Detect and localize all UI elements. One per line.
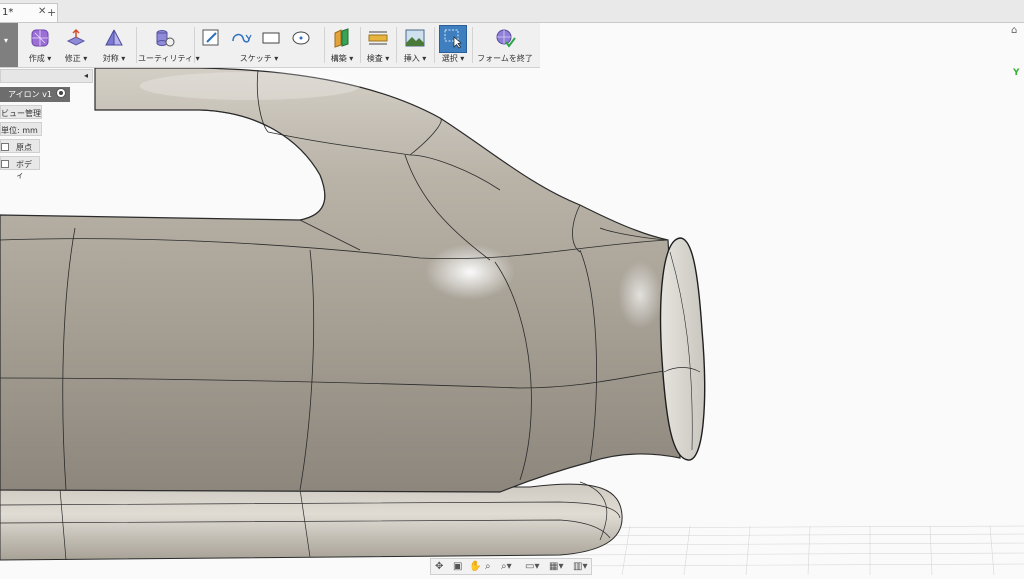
zoom-icon[interactable]: ⌕ — [485, 561, 491, 572]
select-cursor-icon — [444, 29, 462, 49]
browser-item-named-views[interactable]: ビュー管理 — [0, 105, 42, 119]
select-menu-label: 選択 ▾ — [441, 54, 465, 63]
sketch-menu[interactable]: スケッチ ▾ — [196, 23, 322, 67]
document-tab[interactable]: 1* ✕ + — [0, 3, 58, 22]
finish-form-icon — [496, 29, 516, 48]
collapse-panel-icon[interactable]: ◂ — [84, 71, 88, 80]
iron-body[interactable] — [0, 67, 681, 493]
grid-settings-icon[interactable]: ▦▾ — [549, 561, 563, 572]
browser-item-bodies[interactable]: ボディ — [0, 156, 40, 180]
measure-icon — [368, 31, 388, 45]
rectangle-tool-icon — [262, 32, 280, 44]
document-tab-strip: 1* ✕ + — [0, 0, 1024, 23]
create-menu[interactable]: 作成 ▾ — [24, 23, 56, 67]
construct-plane-icon — [334, 28, 349, 48]
browser-item-label: 単位: mm — [1, 126, 38, 135]
insert-menu[interactable]: 挿入 ▾ — [398, 23, 432, 67]
sketch-create-icon — [202, 29, 219, 46]
browser-item-label: ビュー管理 — [1, 109, 41, 118]
new-tab-icon[interactable]: + — [47, 6, 56, 19]
sketch-menu-label: スケッチ ▾ — [239, 54, 279, 63]
construct-menu-label: 構築 ▾ — [330, 54, 354, 63]
activate-component-icon[interactable] — [56, 88, 66, 98]
inspect-menu[interactable]: 検査 ▾ — [362, 23, 394, 67]
insert-menu-label: 挿入 ▾ — [403, 54, 427, 63]
symmetry-menu[interactable]: 対称 ▾ — [96, 23, 132, 67]
line-tool-icon — [232, 33, 252, 43]
workspace-switcher[interactable]: ▾ — [0, 23, 18, 67]
toolbar-separator — [194, 27, 195, 63]
chevron-down-icon: ▾ — [4, 36, 9, 45]
create-menu-label: 作成 ▾ — [28, 54, 52, 63]
utility-menu[interactable]: ユーティリティ ▾ — [138, 23, 200, 67]
main-toolbar: ▾ 作成 ▾ 修正 ▾ 対称 ▾ ユーティリティ ▾ スケッチ ▾ 構築 ▾ 検… — [0, 23, 540, 68]
create-box-icon — [31, 29, 49, 47]
viewports-icon[interactable]: ▥▾ — [573, 561, 587, 572]
symmetry-icon — [105, 29, 123, 46]
visibility-checkbox[interactable] — [1, 143, 9, 151]
symmetry-menu-label: 対称 ▾ — [102, 54, 126, 63]
toolbar-separator — [472, 27, 473, 63]
utility-menu-label: ユーティリティ ▾ — [138, 54, 200, 63]
select-menu[interactable]: 選択 ▾ — [436, 23, 470, 67]
viewcube-axis-label: Y — [1013, 68, 1020, 78]
toolbar-separator — [360, 27, 361, 63]
document-tab-title: 1* — [2, 7, 14, 18]
finish-form-button[interactable]: フォームを終了 — [474, 23, 536, 67]
look-at-icon[interactable]: ▣ — [453, 561, 462, 572]
close-tab-icon[interactable]: ✕ — [38, 6, 46, 17]
visibility-checkbox[interactable] — [1, 160, 9, 168]
ground-grid — [559, 525, 1024, 576]
orbit-icon[interactable]: ✥ — [435, 561, 443, 572]
inspect-menu-label: 検査 ▾ — [366, 54, 390, 63]
pan-icon[interactable]: ✋ — [469, 561, 481, 572]
modify-menu-label: 修正 ▾ — [64, 54, 88, 63]
display-settings-icon[interactable]: ▭▾ — [525, 561, 539, 572]
toolbar-separator — [396, 27, 397, 63]
iron-base[interactable] — [0, 483, 623, 561]
model-view[interactable] — [0, 0, 1024, 576]
browser-item-label: 原点 — [16, 143, 32, 152]
navigation-bar: ✥ ▣ ✋ ⌕ ⌕▾ ▭▾ ▦▾ ▥▾ — [430, 558, 592, 575]
home-view-icon[interactable]: ⌂ — [1011, 25, 1017, 36]
insert-image-icon — [405, 29, 425, 47]
utility-icon — [156, 30, 175, 47]
modify-icon — [66, 28, 86, 46]
browser-item-label: ボディ — [16, 160, 32, 180]
circle-tool-icon — [292, 31, 310, 45]
component-name: アイロン v1 — [8, 90, 52, 99]
toolbar-separator — [434, 27, 435, 63]
toolbar-separator — [324, 27, 325, 63]
browser-item-units[interactable]: 単位: mm — [0, 122, 42, 136]
canvas-viewport[interactable] — [0, 0, 1024, 576]
finish-form-label: フォームを終了 — [477, 54, 533, 63]
construct-menu[interactable]: 構築 ▾ — [326, 23, 358, 67]
browser-header: ◂ — [0, 69, 93, 83]
fit-icon[interactable]: ⌕▾ — [501, 561, 512, 572]
modify-menu[interactable]: 修正 ▾ — [60, 23, 92, 67]
browser-item-origin[interactable]: 原点 — [0, 139, 40, 153]
toolbar-separator — [136, 27, 137, 63]
